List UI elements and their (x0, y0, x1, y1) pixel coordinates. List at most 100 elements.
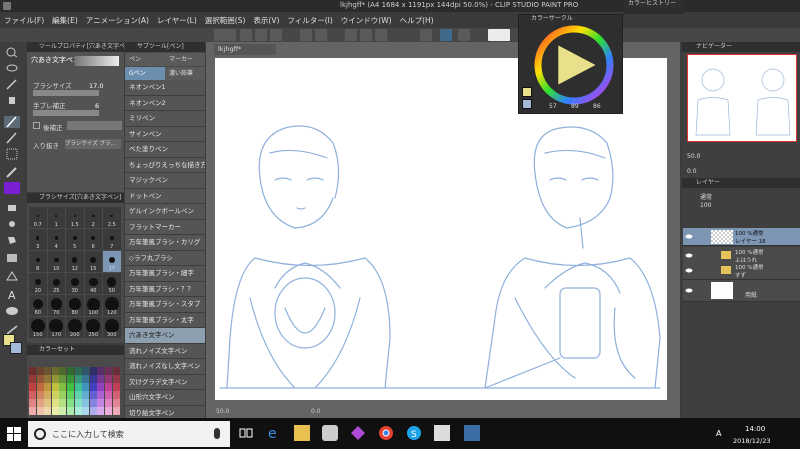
edge-browser-icon[interactable]: e (266, 425, 282, 442)
list-item[interactable]: サインペン (125, 126, 205, 142)
brush-size-cell[interactable]: 5 (66, 229, 84, 250)
list-item[interactable]: 欠けグラデ文字ペン (125, 374, 205, 390)
taskbar-search-input[interactable]: ここに入力して検索 (28, 421, 230, 447)
color-swatch[interactable] (82, 375, 90, 383)
color-swatch[interactable] (74, 367, 82, 375)
color-swatch[interactable] (105, 399, 112, 407)
color-swatch[interactable] (105, 407, 112, 415)
brush-size-cell[interactable]: 25 (47, 273, 65, 294)
blend-tool-icon[interactable] (4, 218, 20, 230)
color-swatch[interactable] (97, 391, 105, 399)
color-swatch[interactable] (67, 407, 74, 415)
brush-size-cell[interactable]: 170 (47, 317, 65, 338)
layer-row-paper[interactable]: 用紙 (683, 280, 800, 302)
brush-size-cell[interactable]: 1.5 (66, 207, 84, 228)
tab-pen[interactable]: ペン (125, 53, 165, 66)
color-swatch[interactable] (44, 407, 52, 415)
color-swatch[interactable] (59, 383, 67, 391)
color-swatch[interactable] (59, 407, 67, 415)
stabilization-slider[interactable] (33, 110, 99, 116)
list-item[interactable]: ドットペン (125, 188, 205, 204)
color-swatch[interactable] (36, 367, 44, 375)
visibility-eye-icon[interactable] (685, 287, 693, 294)
balloon-tool-icon[interactable] (4, 306, 20, 318)
list-item[interactable]: 山形穴文字ペン (125, 390, 205, 406)
color-swatch[interactable] (74, 391, 82, 399)
brush-size-cell[interactable]: 1 (47, 207, 65, 228)
color-swatch[interactable] (82, 391, 90, 399)
main-color-chip[interactable] (522, 87, 532, 97)
color-swatch[interactable] (89, 407, 97, 415)
color-swatch[interactable] (112, 383, 120, 391)
clear-icon[interactable] (345, 29, 357, 41)
brush-size-cell[interactable]: 300 (103, 317, 121, 338)
menu-animation[interactable]: アニメーション(A) (86, 15, 149, 26)
color-swatch[interactable] (59, 367, 67, 375)
taper-dropdown[interactable]: ブラシサイズ ブラ... (65, 139, 121, 149)
color-swatch[interactable] (67, 367, 74, 375)
color-swatch[interactable] (29, 383, 36, 391)
post-correction-slider[interactable] (67, 121, 122, 130)
ime-indicator[interactable]: A (716, 429, 721, 438)
menu-edit[interactable]: 編集(E) (52, 15, 78, 26)
menu-file[interactable]: ファイル(F) (4, 15, 44, 26)
list-item-selected[interactable]: 穴あき文字ペン (125, 328, 205, 344)
list-item[interactable]: 万年筆風ブラシ・細字 (125, 266, 205, 282)
figure-tool-icon[interactable] (4, 270, 20, 282)
color-swatch[interactable] (59, 399, 67, 407)
visibility-eye-icon[interactable] (685, 233, 693, 240)
taskbar-date[interactable]: 2018/12/23 (733, 437, 770, 445)
microphone-icon[interactable] (214, 428, 220, 439)
color-swatch[interactable] (29, 367, 36, 375)
color-swatch[interactable] (82, 399, 90, 407)
color-swatch[interactable] (51, 375, 59, 383)
color-swatch[interactable] (74, 383, 82, 391)
zoom-tool-icon[interactable] (4, 46, 20, 58)
color-swatch[interactable] (67, 383, 74, 391)
taskbar-time[interactable]: 14:00 (745, 425, 765, 433)
pen-tool-icon[interactable] (4, 116, 20, 128)
color-swatch[interactable] (36, 399, 44, 407)
brush-size-cell[interactable]: 20 (29, 273, 47, 294)
color-swatch[interactable] (67, 399, 74, 407)
brush-size-cell[interactable]: 8 (29, 251, 47, 272)
color-swatch[interactable] (112, 391, 120, 399)
brush-size-cell[interactable]: 0.7 (29, 207, 47, 228)
brush-tool-icon[interactable] (4, 166, 20, 178)
color-swatch[interactable] (36, 383, 44, 391)
clip-studio-icon[interactable] (214, 29, 236, 41)
color-swatch[interactable] (105, 375, 112, 383)
list-item[interactable]: 流れノイズ文字ペン (125, 343, 205, 359)
transform-icon[interactable] (360, 29, 372, 41)
color-swatch[interactable] (44, 375, 52, 383)
color-swatch[interactable] (97, 375, 105, 383)
brush-size-slider[interactable] (33, 90, 99, 96)
snap-ruler-icon[interactable] (420, 29, 432, 41)
document-tab[interactable]: lkjhgff* (214, 44, 276, 55)
list-item[interactable]: マジックペン (125, 173, 205, 189)
color-swatch[interactable] (51, 367, 59, 375)
layer-row-18[interactable]: 100 %通常 レイヤー 18 (683, 228, 800, 246)
color-swatch[interactable] (105, 391, 112, 399)
color-swatch-grid[interactable] (29, 367, 121, 415)
sub-color-chip[interactable] (522, 99, 532, 109)
chrome-icon[interactable] (378, 425, 394, 441)
brush-size-cell[interactable]: 150 (29, 317, 47, 338)
skype-icon[interactable]: S (406, 425, 422, 441)
color-swatch[interactable] (74, 407, 82, 415)
save-icon[interactable] (270, 29, 282, 41)
paint3d-icon[interactable] (350, 425, 366, 441)
navigator-preview[interactable] (687, 54, 797, 142)
clip-studio-taskbar-icon[interactable] (322, 425, 338, 441)
color-swatch[interactable] (51, 399, 59, 407)
new-file-icon[interactable] (240, 29, 252, 41)
brush-size-cell[interactable]: 10 (47, 251, 65, 272)
color-swatch[interactable] (51, 383, 59, 391)
brush-size-cell[interactable]: 100 (84, 295, 102, 316)
hand-tool-icon[interactable] (4, 94, 20, 106)
list-item[interactable]: フラットマーカー (125, 219, 205, 235)
undo-icon[interactable] (300, 29, 312, 41)
brush-size-cell[interactable]: 80 (66, 295, 84, 316)
color-swatch[interactable] (67, 391, 74, 399)
purple-color-swatch[interactable] (4, 182, 20, 194)
